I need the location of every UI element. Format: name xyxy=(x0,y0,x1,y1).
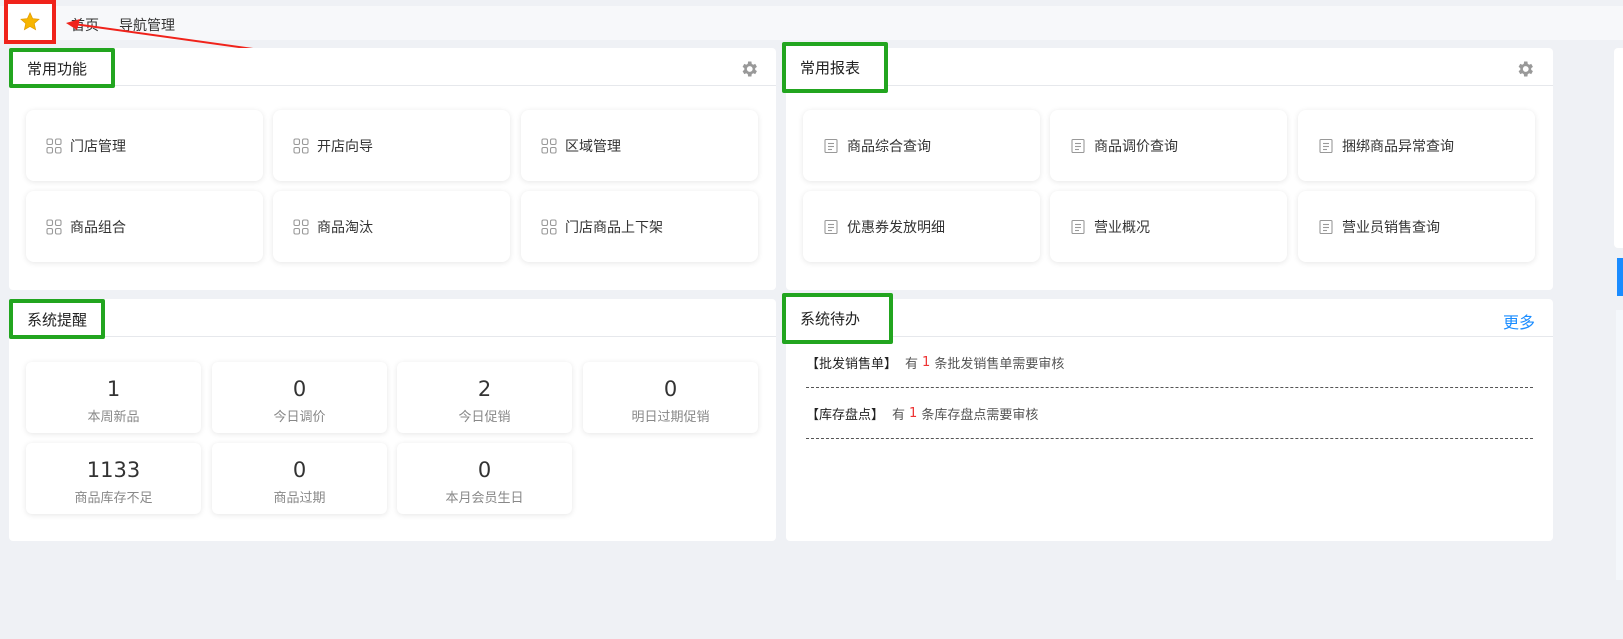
function-card-label: 开店向导 xyxy=(317,138,373,155)
stat-value: 0 xyxy=(477,458,492,482)
document-icon xyxy=(824,219,838,234)
report-card[interactable]: 商品调价查询 xyxy=(1050,110,1287,181)
report-card-label: 营业概况 xyxy=(1094,219,1150,236)
document-icon xyxy=(1319,219,1333,234)
report-card[interactable]: 优惠券发放明细 xyxy=(803,191,1040,262)
function-card-label: 门店商品上下架 xyxy=(565,219,663,236)
grid-icon xyxy=(293,137,309,154)
panel-title: 常用报表 xyxy=(782,42,888,93)
settings-gear-icon[interactable] xyxy=(1515,59,1535,79)
stat-label: 今日调价 xyxy=(273,410,326,425)
common-functions-panel: 常用功能 门店管理 开店向导 区域管理商品组合 商品淘汰 门店商品上下架 xyxy=(9,48,776,290)
reminder-stat-card[interactable]: 2 今日促销 xyxy=(397,362,572,433)
todo-item[interactable]: 【库存盘点】有 1 条库存盘点需要审核 xyxy=(806,388,1533,439)
right-side-tab[interactable] xyxy=(1617,258,1623,296)
right-side-panel-edge xyxy=(1614,48,1623,248)
stat-value: 1133 xyxy=(86,458,141,482)
stat-label: 今日促销 xyxy=(458,410,511,425)
reminder-stat-card[interactable]: 0 今日调价 xyxy=(212,362,387,433)
function-card-label: 区域管理 xyxy=(565,138,621,155)
system-todo-panel: 系统待办 更多 【批发销售单】有 1 条批发销售单需要审核 【库存盘点】有 1 条库存盘点… xyxy=(782,293,1553,541)
document-icon xyxy=(1319,138,1333,153)
panel-title: 常用功能 xyxy=(9,48,115,88)
todo-prefix: 有 xyxy=(892,407,906,423)
reminder-stat-card[interactable]: 1 本周新品 xyxy=(26,362,201,433)
report-card-label: 商品调价查询 xyxy=(1094,138,1178,155)
report-card-label: 营业员销售查询 xyxy=(1342,219,1440,236)
report-card[interactable]: 捆绑商品异常查询 xyxy=(1298,110,1535,181)
function-card[interactable]: 区域管理 xyxy=(521,110,758,181)
function-card[interactable]: 商品淘汰 xyxy=(273,191,510,262)
reminder-stat-card[interactable]: 0 商品过期 xyxy=(212,443,387,514)
document-icon xyxy=(1071,219,1085,234)
todo-description: 条库存盘点需要审核 xyxy=(921,407,1039,423)
stat-label: 明日过期促销 xyxy=(631,410,710,425)
grid-icon xyxy=(46,218,62,235)
grid-icon xyxy=(46,137,62,154)
grid-icon xyxy=(293,218,309,235)
stat-value: 2 xyxy=(477,377,492,401)
report-card[interactable]: 商品综合查询 xyxy=(803,110,1040,181)
todo-tag: 【库存盘点】 xyxy=(806,407,885,423)
document-icon xyxy=(824,138,838,153)
function-card-label: 门店管理 xyxy=(70,138,126,155)
report-card[interactable]: 营业员销售查询 xyxy=(1298,191,1535,262)
grid-icon xyxy=(541,218,557,235)
function-card-label: 商品淘汰 xyxy=(317,219,373,236)
reminder-stat-card[interactable]: 0 明日过期促销 xyxy=(583,362,758,433)
stat-value: 0 xyxy=(292,458,307,482)
report-card[interactable]: 营业概况 xyxy=(1050,191,1287,262)
report-card-label: 商品综合查询 xyxy=(847,138,931,155)
stat-label: 商品库存不足 xyxy=(74,491,153,506)
star-icon xyxy=(20,11,40,31)
stat-label: 商品过期 xyxy=(273,491,326,506)
todo-prefix: 有 xyxy=(905,356,919,372)
reminder-stat-card[interactable]: 0 本月会员生日 xyxy=(397,443,572,514)
todo-tag: 【批发销售单】 xyxy=(806,356,898,372)
stat-value: 0 xyxy=(292,377,307,401)
stat-label: 本月会员生日 xyxy=(445,491,524,506)
panel-header xyxy=(786,299,1553,337)
function-card[interactable]: 门店商品上下架 xyxy=(521,191,758,262)
document-icon xyxy=(1071,138,1085,153)
panel-header xyxy=(786,48,1553,86)
panel-header xyxy=(9,48,776,86)
function-card[interactable]: 商品组合 xyxy=(26,191,263,262)
function-card[interactable]: 开店向导 xyxy=(273,110,510,181)
stat-label: 本周新品 xyxy=(87,410,140,425)
common-reports-panel: 常用报表 商品综合查询 商品调价查询 捆绑商品异常查询优惠券发放明细 营业概况 营业员销… xyxy=(782,42,1553,290)
todo-description: 条批发销售单需要审核 xyxy=(934,356,1065,372)
stat-value: 1 xyxy=(106,377,121,401)
panel-title: 系统提醒 xyxy=(9,299,105,339)
report-card-label: 捆绑商品异常查询 xyxy=(1342,138,1454,155)
stat-value: 0 xyxy=(663,377,678,401)
system-reminders-panel: 系统提醒 1 本周新品 0 今日调价 2 今日促销 0 明日过期促销 1133 商品库存不足 0 商品… xyxy=(9,299,776,541)
todo-count: 1 xyxy=(922,354,931,370)
settings-gear-icon[interactable] xyxy=(739,59,759,79)
todo-count: 1 xyxy=(909,405,918,421)
reminder-stat-card[interactable]: 1133 商品库存不足 xyxy=(26,443,201,514)
function-card[interactable]: 门店管理 xyxy=(26,110,263,181)
report-card-label: 优惠券发放明细 xyxy=(847,219,945,236)
panel-header xyxy=(9,299,776,337)
more-link[interactable]: 更多 xyxy=(1503,309,1535,333)
right-side-panel-edge-lower xyxy=(1616,310,1623,580)
function-card-label: 商品组合 xyxy=(70,219,126,236)
todo-item[interactable]: 【批发销售单】有 1 条批发销售单需要审核 xyxy=(806,337,1533,388)
favorite-star-button[interactable] xyxy=(4,0,56,44)
grid-icon xyxy=(541,137,557,154)
